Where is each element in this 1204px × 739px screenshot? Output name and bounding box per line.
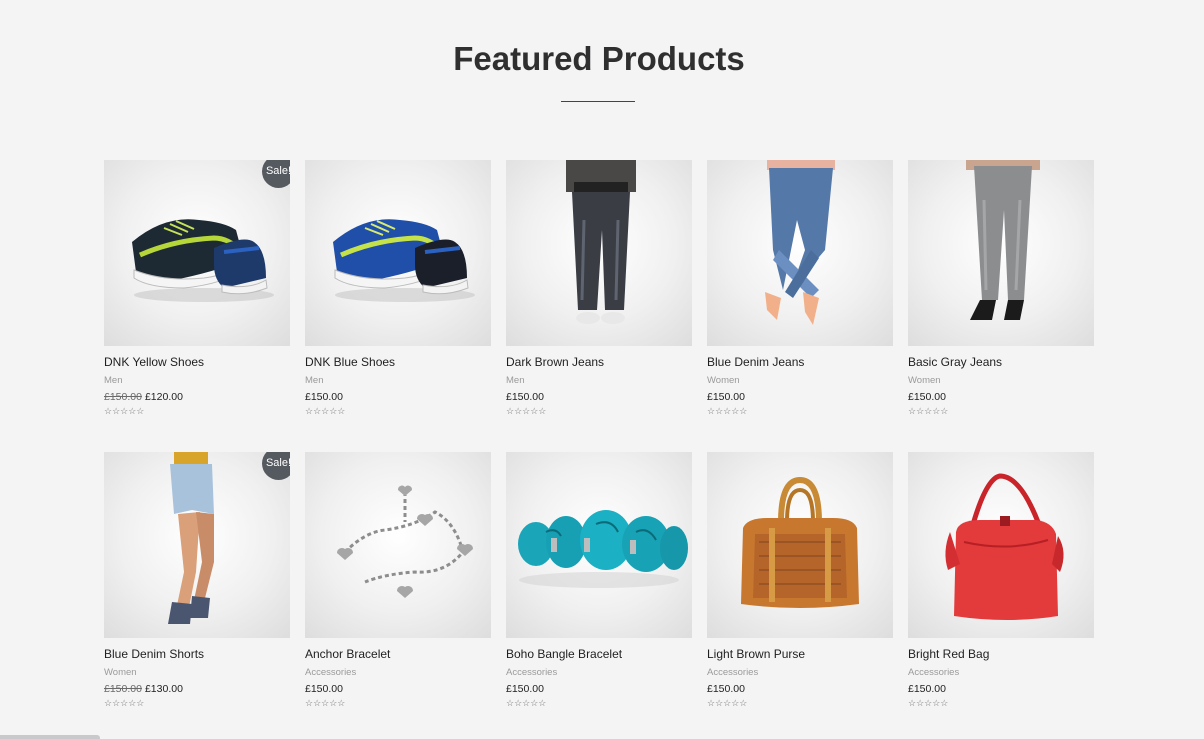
product-category[interactable]: Men <box>104 375 290 386</box>
bracelet-image <box>337 485 473 598</box>
jeans-model-image <box>966 160 1040 320</box>
regular-price: £150.00 <box>707 391 745 403</box>
page-title: Featured Products <box>453 40 745 77</box>
product-card[interactable]: Dark Brown Jeans Men £150.00 ☆☆☆☆☆ <box>506 160 692 420</box>
product-category[interactable]: Women <box>707 375 893 386</box>
star-rating: ☆☆☆☆☆ <box>506 406 547 416</box>
shorts-model-image <box>168 452 214 624</box>
star-rating: ☆☆☆☆☆ <box>908 406 949 416</box>
star-rating: ☆☆☆☆☆ <box>104 698 145 708</box>
product-price: £150.00 <box>908 683 1094 695</box>
product-name[interactable]: DNK Blue Shoes <box>305 355 491 369</box>
product-image[interactable] <box>707 160 893 346</box>
product-price: £150.00 <box>506 391 692 403</box>
star-rating: ☆☆☆☆☆ <box>305 406 346 416</box>
regular-price: £150.00 <box>908 391 946 403</box>
product-card[interactable]: Sale! DNK Yellow Shoes Men £150.00 £120.0… <box>104 160 290 420</box>
product-card[interactable]: DNK Blue Shoes Men £150.00 ☆☆☆☆☆ <box>305 160 491 420</box>
sneakers-image <box>132 219 274 302</box>
star-rating: ☆☆☆☆☆ <box>707 406 748 416</box>
product-price: £150.00 £130.00 <box>104 683 290 695</box>
jeans-model-image <box>765 160 835 325</box>
regular-price: £150.00 <box>506 683 544 695</box>
product-name[interactable]: Anchor Bracelet <box>305 647 491 661</box>
product-name[interactable]: Dark Brown Jeans <box>506 355 692 369</box>
bag-image <box>945 473 1064 620</box>
product-image[interactable] <box>908 160 1094 346</box>
star-rating: ☆☆☆☆☆ <box>908 698 949 708</box>
product-card[interactable]: Boho Bangle Bracelet Accessories £150.00… <box>506 452 692 712</box>
regular-price: £150.00 <box>305 391 343 403</box>
product-image[interactable] <box>506 452 692 638</box>
product-image[interactable] <box>506 160 692 346</box>
star-rating: ☆☆☆☆☆ <box>305 698 346 708</box>
product-name[interactable]: Blue Denim Jeans <box>707 355 893 369</box>
sale-price: £130.00 <box>144 683 183 695</box>
product-image[interactable]: Sale! <box>104 160 290 346</box>
product-category[interactable]: Accessories <box>506 667 692 678</box>
product-name[interactable]: Basic Gray Jeans <box>908 355 1094 369</box>
product-price: £150.00 <box>707 391 893 403</box>
product-image[interactable] <box>908 452 1094 638</box>
product-image[interactable] <box>305 452 491 638</box>
product-card[interactable]: Basic Gray Jeans Women £150.00 ☆☆☆☆☆ <box>908 160 1094 420</box>
regular-price: £150.00 <box>707 683 745 695</box>
purse-image <box>741 476 859 608</box>
product-category[interactable]: Accessories <box>305 667 491 678</box>
product-image[interactable] <box>305 160 491 346</box>
regular-price: £150.00 <box>506 391 544 403</box>
old-price: £150.00 <box>104 683 142 695</box>
product-card[interactable]: Bright Red Bag Accessories £150.00 ☆☆☆☆☆ <box>908 452 1094 712</box>
product-card[interactable]: Sale! Blue Denim Shorts Women £150.00 £13… <box>104 452 290 712</box>
regular-price: £150.00 <box>305 683 343 695</box>
product-price: £150.00 <box>305 391 491 403</box>
product-category[interactable]: Women <box>908 375 1094 386</box>
product-category[interactable]: Men <box>305 375 491 386</box>
product-image[interactable] <box>707 452 893 638</box>
product-price: £150.00 <box>506 683 692 695</box>
product-price: £150.00 <box>305 683 491 695</box>
regular-price: £150.00 <box>908 683 946 695</box>
product-category[interactable]: Accessories <box>908 667 1094 678</box>
product-image[interactable]: Sale! <box>104 452 290 638</box>
star-rating: ☆☆☆☆☆ <box>104 406 145 416</box>
product-name[interactable]: Light Brown Purse <box>707 647 893 661</box>
product-name[interactable]: Bright Red Bag <box>908 647 1094 661</box>
product-price: £150.00 <box>707 683 893 695</box>
sale-price: £120.00 <box>144 391 183 403</box>
product-category[interactable]: Men <box>506 375 692 386</box>
product-card[interactable]: Blue Denim Jeans Women £150.00 ☆☆☆☆☆ <box>707 160 893 420</box>
product-grid: Sale! DNK Yellow Shoes Men £150.00 £120.0… <box>104 160 1099 712</box>
horizontal-scrollbar[interactable] <box>0 735 100 739</box>
star-rating: ☆☆☆☆☆ <box>707 698 748 708</box>
product-category[interactable]: Accessories <box>707 667 893 678</box>
bangle-image <box>518 510 688 588</box>
product-card[interactable]: Anchor Bracelet Accessories £150.00 ☆☆☆☆… <box>305 452 491 712</box>
product-name[interactable]: Blue Denim Shorts <box>104 647 290 661</box>
product-card[interactable]: Light Brown Purse Accessories £150.00 ☆☆… <box>707 452 893 712</box>
product-price: £150.00 <box>908 391 1094 403</box>
product-price: £150.00 £120.00 <box>104 391 290 403</box>
sneakers-image <box>333 219 475 302</box>
star-rating: ☆☆☆☆☆ <box>506 698 547 708</box>
jeans-model-image <box>566 160 636 324</box>
product-name[interactable]: DNK Yellow Shoes <box>104 355 290 369</box>
product-name[interactable]: Boho Bangle Bracelet <box>506 647 692 661</box>
old-price: £150.00 <box>104 391 142 403</box>
product-category[interactable]: Women <box>104 667 290 678</box>
title-divider <box>561 101 635 102</box>
